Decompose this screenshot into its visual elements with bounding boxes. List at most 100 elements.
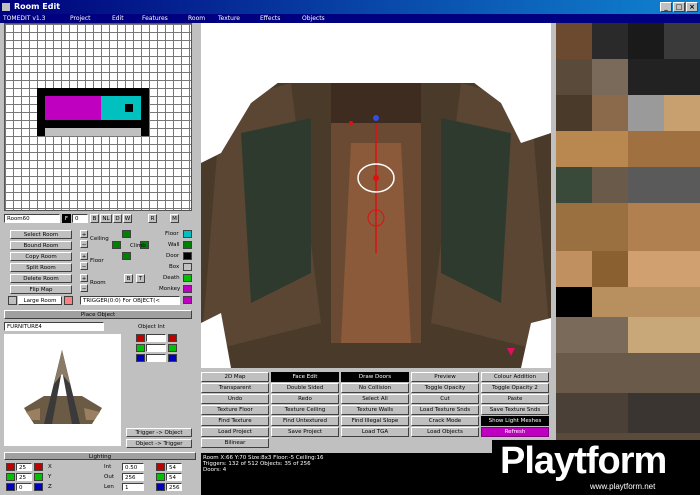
save-texture-snds-button[interactable]: Save Texture Snds [481, 405, 549, 415]
legend-death-swatch[interactable] [183, 274, 192, 282]
room-name-field[interactable]: Room60 [4, 214, 60, 223]
light-g-swatch[interactable] [6, 473, 15, 481]
ceiling-up-button[interactable]: + [80, 230, 88, 238]
light-r-swatch-2[interactable] [34, 463, 43, 471]
copy-room-button[interactable]: Copy Room [10, 252, 72, 261]
colour-addition-button[interactable]: Colour Addition [481, 372, 549, 382]
light-b2-swatch[interactable] [156, 483, 165, 491]
texture-tile[interactable] [628, 131, 700, 167]
show-light-meshes-button[interactable]: Show Light Meshes [481, 416, 549, 426]
cut-button[interactable]: Cut [411, 394, 479, 404]
legend-monkey-swatch[interactable] [183, 285, 192, 293]
transparent-button[interactable]: Transparent [201, 383, 269, 393]
large-room-button[interactable]: Large Room [18, 296, 62, 305]
texture-tile[interactable] [592, 23, 628, 59]
maximize-icon[interactable]: □ [673, 2, 685, 12]
room-prev-button[interactable]: F [62, 214, 71, 223]
object-int-g1b[interactable] [168, 344, 177, 352]
undo-button[interactable]: Undo [201, 394, 269, 404]
texture-walls-button[interactable]: Texture Walls [341, 405, 409, 415]
double-sided-button[interactable]: Double Sided [271, 383, 339, 393]
light-int-value[interactable]: 0.50 [122, 463, 144, 471]
load-tga-button[interactable]: Load TGA [341, 427, 409, 437]
select-all-button[interactable]: Select All [341, 394, 409, 404]
object-int-b1b[interactable] [168, 354, 177, 362]
floor-down-button[interactable]: − [80, 262, 88, 270]
minimize-icon[interactable]: _ [660, 2, 672, 12]
climb-up-arrow[interactable] [122, 230, 131, 238]
texture-tile[interactable] [592, 287, 700, 317]
object-int-g1[interactable] [136, 344, 145, 352]
menu-objects[interactable]: Objects [302, 14, 325, 23]
bound-room-button[interactable]: Bound Room [10, 241, 72, 250]
texture-tile[interactable] [628, 167, 700, 203]
object-to-trigger-button[interactable]: Object -> Trigger [126, 439, 192, 448]
texture-tile[interactable] [556, 23, 592, 59]
texture-tile[interactable] [628, 317, 700, 353]
legend-wall-swatch[interactable] [183, 241, 192, 249]
draw-doors-button[interactable]: Draw Doors [341, 372, 409, 382]
object-int-b1[interactable] [136, 354, 145, 362]
delete-room-button[interactable]: Delete Room [10, 274, 72, 283]
b-button[interactable]: B [124, 274, 133, 283]
menu-effects[interactable]: Effects [260, 14, 280, 23]
flip-map-button[interactable]: Flip Map [10, 285, 72, 294]
texture-tile[interactable] [556, 203, 628, 251]
light-g-swatch-2[interactable] [34, 473, 43, 481]
find-untextured-button[interactable]: Find Untextured [271, 416, 339, 426]
find-illegal-slope-button[interactable]: Find Illegal Slope [341, 416, 409, 426]
climb-left-arrow[interactable] [112, 241, 121, 249]
toggle-m-button[interactable]: M [170, 214, 179, 223]
paste-button[interactable]: Paste [481, 394, 549, 404]
toggle-nl-button[interactable]: NL [100, 214, 112, 223]
texture-tile[interactable] [628, 95, 664, 131]
trigger-field[interactable]: TRIGGER(0:0) For OBJECT(< [80, 296, 180, 305]
load-objects-button[interactable]: Load Objects [411, 427, 479, 437]
light-b-value[interactable]: 0 [16, 483, 32, 491]
texture-floor-button[interactable]: Texture Floor [201, 405, 269, 415]
t-button[interactable]: T [136, 274, 145, 283]
lighting-header[interactable]: Lighting [4, 452, 196, 460]
texture-tile[interactable] [628, 393, 700, 433]
trigger-to-object-button[interactable]: Trigger -> Object [126, 428, 192, 437]
room-grid[interactable] [4, 23, 192, 211]
texture-ceiling-button[interactable]: Texture Ceiling [271, 405, 339, 415]
texture-tile[interactable] [664, 95, 700, 131]
texture-tile[interactable] [556, 353, 700, 393]
texture-tile[interactable] [556, 167, 592, 203]
object-int-field-1[interactable] [146, 334, 166, 342]
no-collision-button[interactable]: No Collision [341, 383, 409, 393]
light-out-value[interactable]: 256 [122, 473, 144, 481]
texture-tile[interactable] [556, 251, 592, 287]
menu-features[interactable]: Features [142, 14, 168, 23]
3d-viewport[interactable] [201, 23, 551, 368]
find-texture-button[interactable]: Find Texture [201, 416, 269, 426]
place-object-header[interactable]: Place Object [4, 310, 192, 319]
legend-floor-swatch[interactable] [183, 230, 192, 238]
object-name-field[interactable]: FURNITURE4 [4, 322, 104, 331]
toggle-w-button[interactable]: W [123, 214, 132, 223]
texture-tile[interactable] [592, 251, 628, 287]
face-edit-button[interactable]: Face Edit [271, 372, 339, 382]
redo-button[interactable]: Redo [271, 394, 339, 404]
select-room-button[interactable]: Select Room [10, 230, 72, 239]
light-r2-swatch[interactable] [156, 463, 165, 471]
light-r-swatch[interactable] [6, 463, 15, 471]
object-int-field-3[interactable] [146, 354, 166, 362]
load-texture-snds-button[interactable]: Load Texture Snds [411, 405, 479, 415]
preview-button[interactable]: Preview [411, 372, 479, 382]
light-g2-swatch[interactable] [156, 473, 165, 481]
save-project-button[interactable]: Save Project [271, 427, 339, 437]
texture-palette[interactable] [556, 23, 700, 495]
texture-tile[interactable] [628, 251, 700, 287]
toggle-opacity-2-button[interactable]: Toggle Opacity 2 [481, 383, 549, 393]
light-len-value[interactable]: 1 [122, 483, 144, 491]
legend-box-swatch[interactable] [183, 263, 192, 271]
texture-tile[interactable] [664, 23, 700, 59]
light-g-value[interactable]: 25 [16, 473, 32, 481]
room-number-field[interactable]: 0 [72, 214, 88, 223]
load-project-button[interactable]: Load Project [201, 427, 269, 437]
light-r-value[interactable]: 25 [16, 463, 32, 471]
crack-mode-button[interactable]: Crack Mode [411, 416, 479, 426]
light-g2-value[interactable]: 54 [166, 473, 182, 481]
